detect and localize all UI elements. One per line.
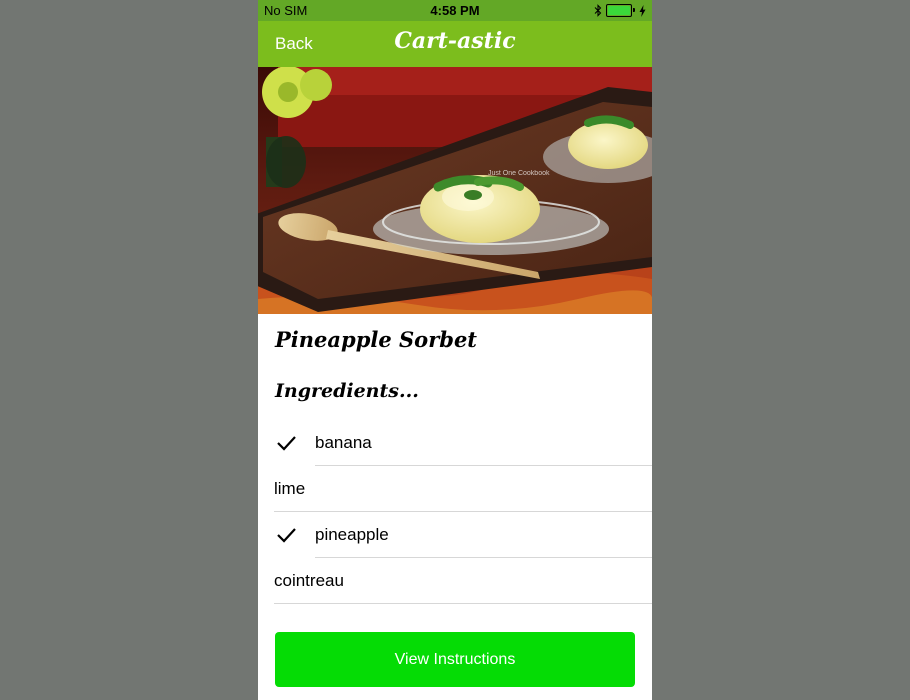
- recipe-title: Pineapple Sorbet: [275, 327, 478, 352]
- ingredient-row[interactable]: lime: [258, 466, 652, 512]
- image-watermark: Just One Cookbook: [488, 170, 550, 177]
- navigation-bar: Back Cart-astic: [258, 21, 652, 67]
- ingredient-row[interactable]: pineapple: [258, 512, 652, 558]
- charging-bolt-icon: [639, 4, 646, 17]
- checkmark-icon: [277, 436, 296, 451]
- bluetooth-icon: [594, 4, 602, 17]
- ingredients-heading: Ingredients...: [275, 380, 419, 402]
- ingredient-row[interactable]: banana: [258, 420, 652, 466]
- ingredient-row[interactable]: cointreau: [258, 558, 652, 604]
- ingredient-name: cointreau: [274, 571, 344, 590]
- row-divider: [274, 603, 652, 604]
- ingredient-name: lime: [274, 479, 306, 498]
- status-bar: No SIM 4:58 PM: [258, 0, 652, 21]
- app-title: Cart-astic: [394, 28, 516, 54]
- status-indicators: [594, 2, 646, 19]
- view-instructions-button[interactable]: View Instructions: [275, 632, 635, 687]
- battery-icon: [606, 4, 635, 17]
- ingredient-name: pineapple: [315, 525, 389, 544]
- status-time: 4:58 PM: [430, 3, 480, 18]
- recipe-image: Just One Cookbook: [258, 67, 652, 314]
- ingredients-list: banana lime pineapple cointreau: [258, 420, 652, 604]
- phone-screen: No SIM 4:58 PM Back Cart-astic Just One …: [258, 0, 652, 700]
- ingredient-name: banana: [315, 433, 372, 452]
- checkmark-icon: [277, 528, 296, 543]
